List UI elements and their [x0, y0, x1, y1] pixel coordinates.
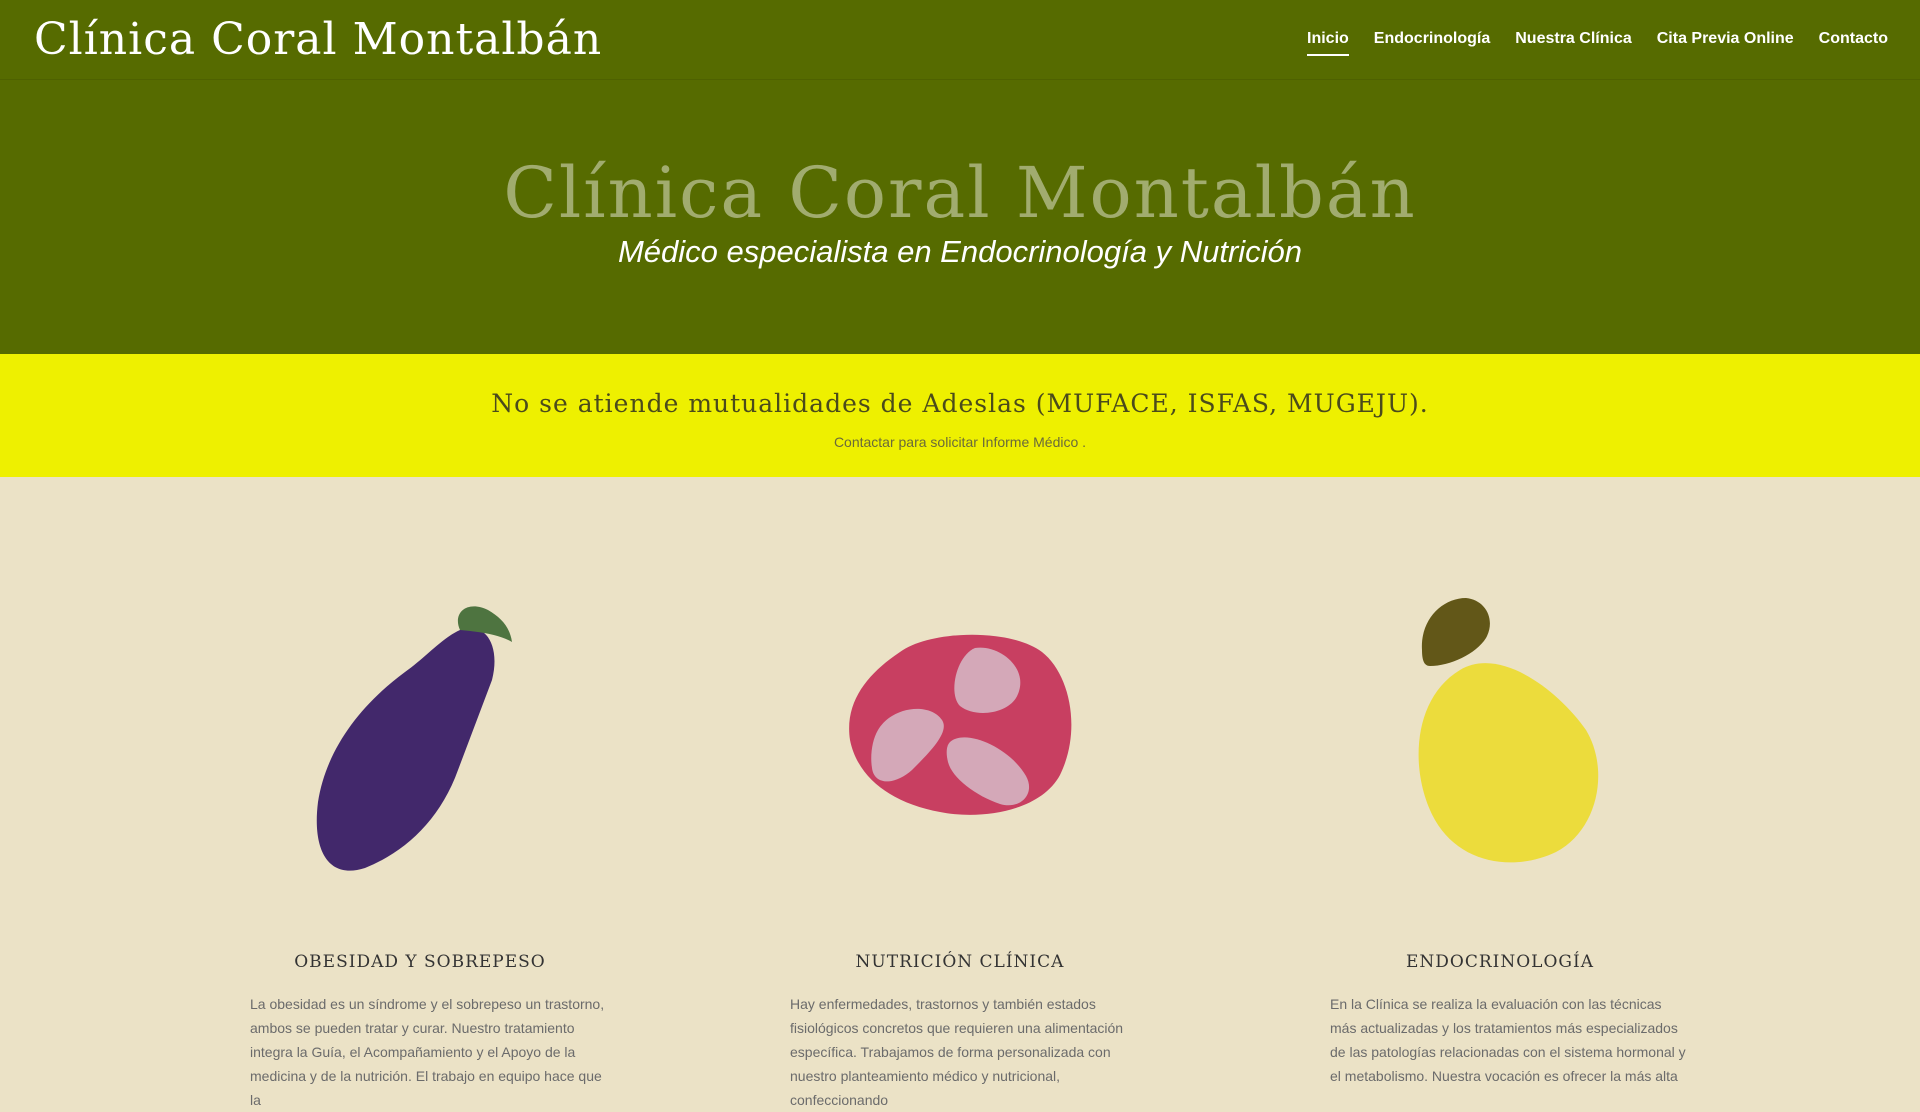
hero-banner: Clínica Coral Montalbán Médico especiali… [0, 80, 1920, 354]
notice-title: No se atiende mutualidades de Adeslas (M… [491, 389, 1429, 418]
service-title: NUTRICIÓN CLÍNICA [855, 952, 1065, 972]
notice-subtitle[interactable]: Contactar para solicitar Informe Médico … [0, 434, 1920, 450]
notice-banner: No se atiende mutualidades de Adeslas (M… [0, 354, 1920, 477]
service-endocrinologia: ENDOCRINOLOGÍA En la Clínica se realiza … [1310, 580, 1690, 1084]
pomegranate-icon [849, 634, 1072, 815]
hero-subtitle: Médico especialista en Endocrinología y … [617, 234, 1303, 269]
service-obesidad: OBESIDAD Y SOBREPESO La obesidad es un s… [230, 580, 610, 1108]
service-title: OBESIDAD Y SOBREPESO [294, 952, 546, 972]
nav-item-contacto[interactable]: Contacto [1819, 30, 1888, 56]
service-title: ENDOCRINOLOGÍA [1406, 952, 1594, 972]
top-navigation-bar: Clínica Coral Montalbán Inicio Endocrino… [0, 0, 1920, 80]
main-nav: Inicio Endocrinología Nuestra Clínica Ci… [1307, 30, 1888, 56]
pear-icon [1418, 598, 1599, 863]
nav-item-cita-previa[interactable]: Cita Previa Online [1657, 30, 1794, 56]
service-text: En la Clínica se realiza la evaluación c… [1330, 996, 1686, 1084]
eggplant-icon [316, 606, 512, 871]
nav-item-inicio[interactable]: Inicio [1307, 30, 1349, 56]
service-text: Hay enfermedades, trastornos y también e… [790, 996, 1124, 1108]
nav-item-nuestra-clinica[interactable]: Nuestra Clínica [1515, 30, 1631, 56]
nav-item-endocrinologia[interactable]: Endocrinología [1374, 30, 1490, 56]
service-nutricion: NUTRICIÓN CLÍNICA Hay enfermedades, tras… [770, 580, 1150, 1108]
service-text: La obesidad es un síndrome y el sobrepes… [250, 996, 605, 1108]
site-title[interactable]: Clínica Coral Montalbán [34, 14, 602, 65]
hero-title: Clínica Coral Montalbán [503, 152, 1417, 234]
